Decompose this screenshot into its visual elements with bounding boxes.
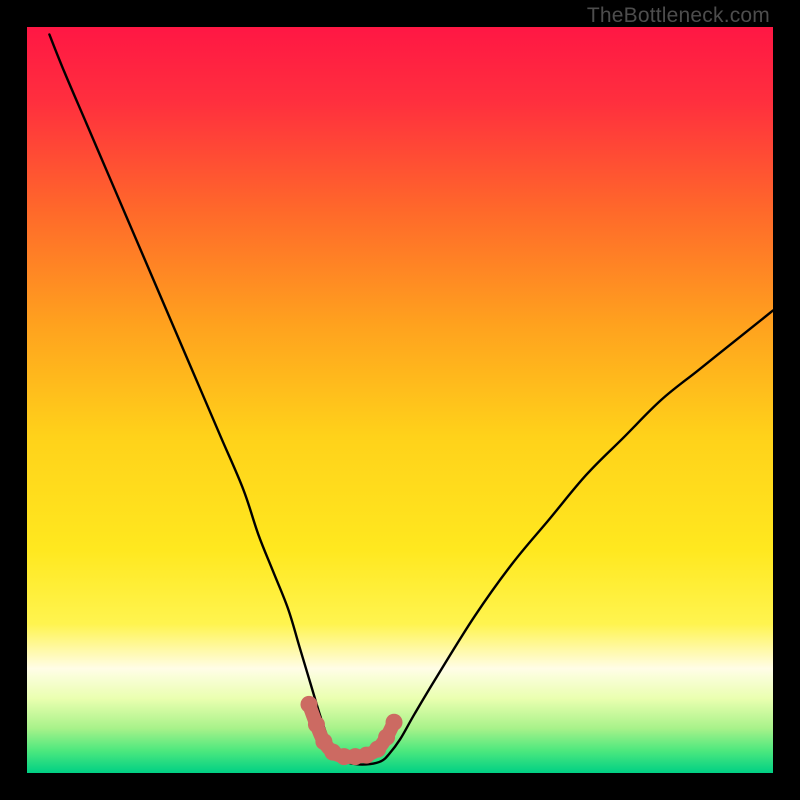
bottom-marker-dot <box>386 714 403 731</box>
bottom-marker-dot <box>378 729 395 746</box>
chart-frame <box>27 27 773 773</box>
bottleneck-chart <box>27 27 773 773</box>
bottom-marker-dot <box>300 696 317 713</box>
bottom-marker-dot <box>308 716 325 733</box>
watermark-text: TheBottleneck.com <box>587 4 770 28</box>
